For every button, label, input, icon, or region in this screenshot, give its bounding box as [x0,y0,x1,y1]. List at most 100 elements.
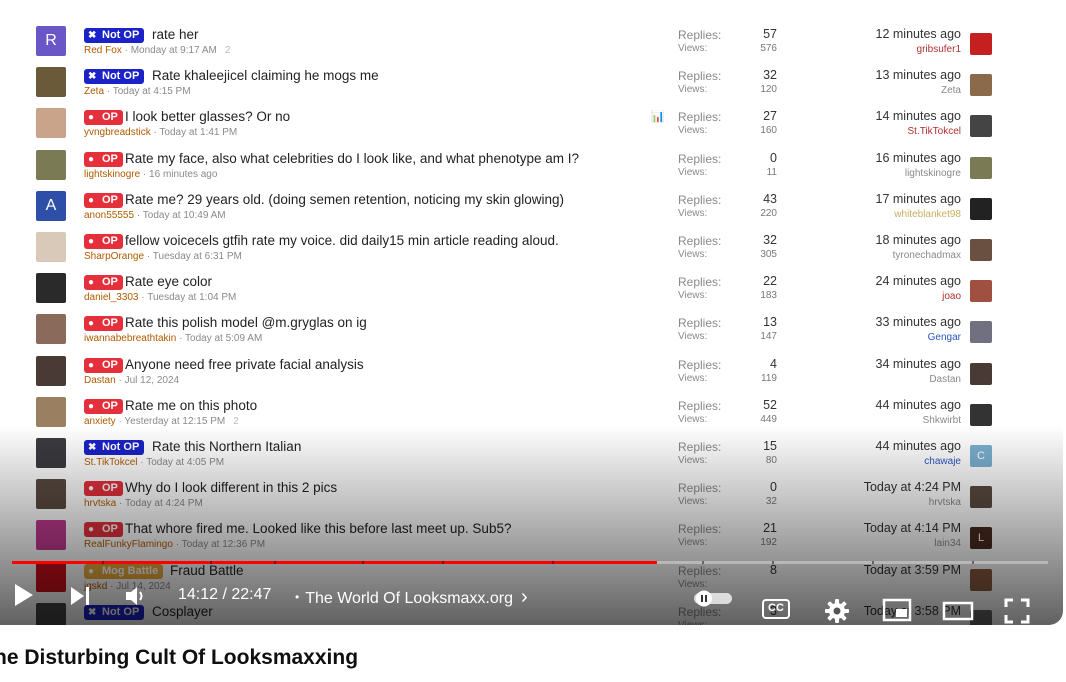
thread-author-link[interactable]: Red Fox [84,45,122,56]
avatar[interactable] [36,108,66,139]
thread-row[interactable]: ● OP Anyone need free private facial analy… [0,354,1063,395]
thread-title-link[interactable]: Rate this polish model @m.gryglas on ig [125,315,367,330]
views-label: Views: [678,290,708,302]
thread-author-link[interactable]: yvngbreadstick [84,127,151,138]
badge-label: Not OP [102,70,140,83]
last-poster-avatar[interactable] [970,197,992,220]
thread-title-link[interactable]: Anyone need free private facial analysis [125,357,364,372]
thread-prefix-badge[interactable]: ● OP [84,192,123,208]
thread-title-link[interactable]: Rate me on this photo [125,398,257,413]
last-post-user[interactable]: Gengar [780,332,961,343]
avatar[interactable] [36,396,66,427]
last-post-time[interactable]: 17 minutes ago [780,192,961,206]
thread-prefix-badge[interactable]: ✖ Not OP [84,69,145,85]
last-poster-avatar[interactable] [970,280,992,303]
last-post-user[interactable]: tyronechadmax [780,250,961,261]
theater-mode-button[interactable] [942,600,974,622]
views-label: Views: [678,413,708,425]
last-post-user[interactable]: Zeta [780,85,961,96]
last-poster-avatar[interactable] [970,74,992,97]
last-post-time[interactable]: 12 minutes ago [780,27,961,41]
last-post-user[interactable]: St.TikTokcel [780,126,961,137]
views-count: 160 [760,125,777,137]
settings-button[interactable] [824,598,850,624]
last-post-time[interactable]: 14 minutes ago [780,109,961,123]
last-poster-avatar[interactable] [970,33,992,55]
thread-prefix-badge[interactable]: ● OP [84,151,123,167]
last-post-time[interactable]: 33 minutes ago [780,315,961,329]
thread-author-link[interactable]: iwannabebreathtakin [84,333,176,344]
last-poster-avatar[interactable] [970,362,992,385]
avatar[interactable] [36,355,66,386]
thread-prefix-badge[interactable]: ● OP [84,275,123,291]
thread-prefix-badge[interactable]: ✖ Not OP [84,28,145,43]
last-poster-avatar[interactable] [970,403,992,426]
thread-title-link[interactable]: Rate eye color [125,274,212,289]
thread-row[interactable]: ● OP Rate this polish model @m.gryglas on … [0,312,1063,353]
thread-author-link[interactable]: daniel_3303 [84,292,139,303]
avatar[interactable] [36,232,66,262]
captions-button[interactable]: CC [762,599,790,619]
video-title[interactable]: he Disturbing Cult Of Looksmaxxing [0,646,358,670]
last-poster-avatar[interactable] [970,321,992,344]
chapter-title[interactable]: • The World Of Looksmaxx.org › [295,586,528,609]
thread-prefix-badge[interactable]: ● OP [84,316,123,332]
thread-row[interactable]: A ● OP Rate me? 29 years old. (doing semen … [0,189,1063,230]
thread-author-link[interactable]: Zeta [84,86,104,97]
thread-row[interactable]: R ✖ Not OP rate her Red Fox · Monday at 9:17… [0,24,1063,65]
user-icon: ● [88,318,95,330]
thread-author-link[interactable]: lightskinogre [84,169,140,180]
thread-author-link[interactable]: SharpOrange [84,251,144,262]
progress-bar[interactable] [12,561,1048,564]
last-post-time[interactable]: 13 minutes ago [780,68,961,82]
last-poster-avatar[interactable] [970,156,992,179]
avatar[interactable] [36,273,66,304]
thread-row[interactable]: ● OP Rate my face, also what celebrities d… [0,148,1063,189]
thread-title-link[interactable]: fellow voicecels gtfih rate my voice. di… [125,233,559,248]
thread-title-link[interactable]: Rate khaleejicel claiming he mogs me [152,68,379,83]
last-post-user[interactable]: whiteblanket98 [780,209,961,220]
thread-prefix-badge[interactable]: ● OP [84,398,123,414]
avatar[interactable] [36,314,66,345]
badge-label: OP [102,276,118,289]
thread-author-link[interactable]: Dastan [84,375,116,386]
last-poster-avatar[interactable] [970,115,992,138]
avatar[interactable]: R [36,26,66,56]
thread-title-link[interactable]: Rate my face, also what celebrities do I… [125,151,579,166]
avatar[interactable] [36,149,66,180]
last-post-time[interactable]: 16 minutes ago [780,151,961,165]
thread-title-link[interactable]: rate her [152,27,199,42]
page-link[interactable]: 2 [225,45,231,56]
thread-row[interactable]: ✖ Not OP Rate khaleejicel claiming he mogs… [0,65,1063,106]
last-post-user[interactable]: gribsufer1 [780,44,961,55]
last-post-time[interactable]: 24 minutes ago [780,274,961,288]
last-post-time[interactable]: 18 minutes ago [780,233,961,247]
thread-row[interactable]: ● OP Rate eye color daniel_3303 · Tuesday a… [0,271,1063,312]
thread-title-link[interactable]: Rate me? 29 years old. (doing semen rete… [125,192,564,207]
last-post-time[interactable]: 34 minutes ago [780,357,961,371]
last-post-user[interactable]: Dastan [780,374,961,385]
thread-title-link[interactable]: I look better glasses? Or no [125,109,290,124]
fullscreen-icon [1004,598,1030,624]
thread-author-link[interactable]: anon55555 [84,210,134,221]
last-post-user[interactable]: joao [780,291,961,302]
views-count: 305 [760,249,777,260]
fullscreen-button[interactable] [1004,598,1030,624]
avatar[interactable]: A [36,190,66,221]
autoplay-toggle[interactable] [690,589,734,607]
last-post-user[interactable]: lightskinogre [780,168,961,179]
video-player[interactable]: R ✖ Not OP rate her Red Fox · Monday at 9:17… [0,16,1063,625]
thread-row[interactable]: ● OP I look better glasses? Or no yvngbread… [0,106,1063,147]
thread-prefix-badge[interactable]: ● OP [84,357,123,373]
avatar[interactable] [36,67,66,98]
thread-row[interactable]: ● OP fellow voicecels gtfih rate my voice.… [0,230,1063,271]
volume-button[interactable] [124,584,150,608]
last-post-time[interactable]: 44 minutes ago [780,398,961,412]
chapter-marker [442,561,444,564]
miniplayer-button[interactable] [882,598,912,622]
last-poster-avatar[interactable] [970,239,992,261]
play-button[interactable] [12,582,36,608]
thread-prefix-badge[interactable]: ● OP [84,234,123,249]
next-button[interactable] [68,584,92,608]
thread-prefix-badge[interactable]: ● OP [84,110,123,126]
